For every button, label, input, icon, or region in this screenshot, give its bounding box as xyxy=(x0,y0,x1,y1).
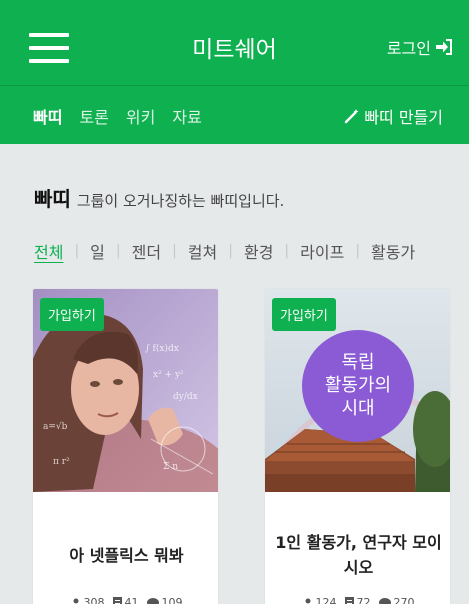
post-count: 41 xyxy=(124,596,139,604)
svg-text:dy/dx: dy/dx xyxy=(173,392,198,402)
card-thumbnail: ∫ f(x)dx x² + y² a=√b Σ n π r² dy/dx 가입하… xyxy=(33,289,218,492)
thumb-text-line: 활동가의 xyxy=(325,375,391,396)
thumb-text-line: 독립 xyxy=(341,352,374,373)
svg-text:a=√b: a=√b xyxy=(43,421,68,432)
sub-navigation: 빠띠 토론 위키 자료 빠띠 만들기 xyxy=(0,86,469,144)
filter-environment[interactable]: 환경 xyxy=(244,239,273,263)
svg-text:π r²: π r² xyxy=(53,457,70,467)
card-stats: 124 72 270 xyxy=(265,596,450,604)
filter-separator: | xyxy=(228,243,233,259)
make-parti-label: 빠띠 만들기 xyxy=(364,108,443,127)
comment-icon xyxy=(146,597,159,604)
join-button[interactable]: 가입하기 xyxy=(272,298,336,331)
thumb-text-line: 시대 xyxy=(341,398,374,419)
menu-icon[interactable] xyxy=(29,33,69,63)
document-icon xyxy=(344,597,354,604)
filter-separator: | xyxy=(355,243,361,259)
member-count: 308 xyxy=(83,596,105,604)
filter-culture[interactable]: 컬쳐 xyxy=(188,239,217,263)
login-link[interactable]: 로그인 xyxy=(387,35,453,59)
card-title[interactable]: 1인 활동가, 연구자 모이시오 xyxy=(273,521,444,591)
card-thumbnail: 독립 활동가의 시대 가입하기 xyxy=(265,289,450,492)
magic-wand-icon xyxy=(345,109,359,124)
sign-in-icon xyxy=(436,39,452,55)
card-title[interactable]: 아 넷플릭스 뭐봐 xyxy=(41,521,212,591)
intro-description: 그룹이 오거나징하는 빠띠입니다. xyxy=(76,192,285,210)
join-button[interactable]: 가입하기 xyxy=(40,298,104,331)
member-count: 124 xyxy=(315,596,337,604)
filter-separator: | xyxy=(115,243,121,259)
tab-wiki[interactable]: 위키 xyxy=(126,104,155,128)
login-label: 로그인 xyxy=(386,39,431,58)
app-header: 미트쉐어 로그인 xyxy=(0,0,469,86)
intro-strong: 빠띠 xyxy=(34,187,71,211)
document-icon xyxy=(112,597,122,604)
filter-all[interactable]: 전체 xyxy=(34,239,63,263)
svg-text:x² + y²: x² + y² xyxy=(153,370,184,380)
card-stats: 308 41 109 xyxy=(33,596,218,604)
tab-resources[interactable]: 자료 xyxy=(172,104,201,128)
filter-separator: | xyxy=(172,243,177,259)
post-count: 72 xyxy=(356,596,371,604)
comment-icon xyxy=(378,597,391,604)
filter-gender[interactable]: 젠더 xyxy=(132,239,161,263)
svg-text:∫ f(x)dx: ∫ f(x)dx xyxy=(145,343,179,354)
category-filters: 전체 | 일 | 젠더 | 컬쳐 | 환경 | 라이프 | 활동가 xyxy=(34,239,469,263)
tab-parti[interactable]: 빠띠 xyxy=(33,104,62,128)
parti-card[interactable]: 독립 활동가의 시대 가입하기 1인 활동가, 연구자 모이시오 124 72 … xyxy=(264,288,451,604)
intro-text: 빠띠 그룹이 오거나징하는 빠띠입니다. xyxy=(34,183,284,212)
tab-debate[interactable]: 토론 xyxy=(79,104,108,128)
user-icon xyxy=(305,598,310,603)
parti-card[interactable]: ∫ f(x)dx x² + y² a=√b Σ n π r² dy/dx 가입하… xyxy=(32,288,219,604)
filter-activist[interactable]: 활동가 xyxy=(371,239,415,263)
make-parti-link[interactable]: 빠띠 만들기 xyxy=(344,104,443,128)
user-icon xyxy=(73,598,78,603)
filter-separator: | xyxy=(74,243,80,259)
filter-separator: | xyxy=(284,243,290,259)
comment-count: 109 xyxy=(161,596,183,604)
filter-life[interactable]: 라이프 xyxy=(300,239,344,263)
filter-work[interactable]: 일 xyxy=(90,239,105,263)
app-title[interactable]: 미트쉐어 xyxy=(192,37,277,63)
comment-count: 270 xyxy=(393,596,415,604)
